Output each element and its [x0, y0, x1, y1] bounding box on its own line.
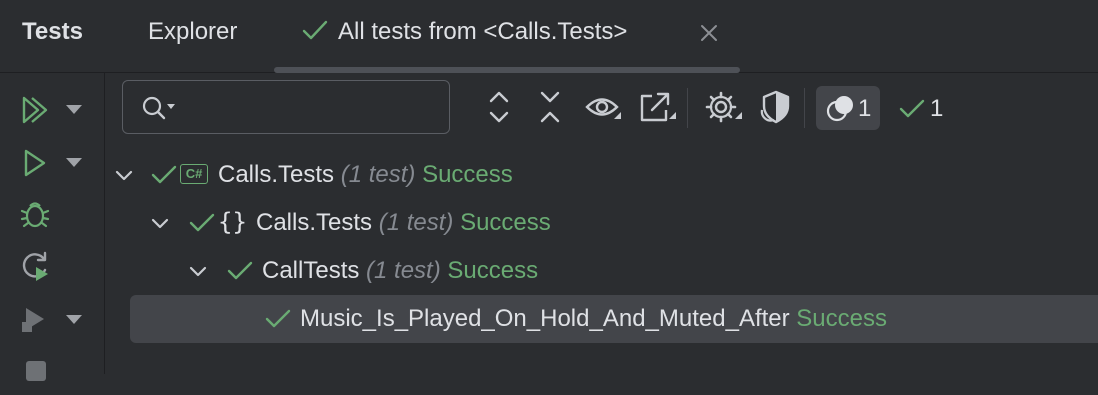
csharp-project-icon: C#	[180, 164, 208, 184]
chevron-down-icon[interactable]	[188, 261, 208, 281]
export-button[interactable]	[638, 88, 678, 126]
node-name: Calls.Tests	[256, 209, 373, 236]
node-status: Success	[796, 305, 887, 332]
coverage-icon	[760, 90, 790, 124]
coverage-button[interactable]	[756, 88, 796, 126]
debug-icon	[20, 202, 50, 228]
run-button[interactable]	[18, 143, 88, 183]
tree-row-namespace[interactable]: {} Calls.Tests (1 test) Success	[106, 199, 1098, 247]
stop-icon	[26, 361, 46, 381]
tool-window-title: Tests	[22, 18, 83, 45]
search-field[interactable]	[122, 80, 450, 134]
tab-explorer[interactable]: Explorer	[148, 18, 237, 46]
node-status: Success	[422, 161, 513, 188]
check-icon	[899, 99, 925, 118]
export-icon	[640, 92, 676, 122]
rerun-button[interactable]	[18, 247, 88, 287]
chevron-down-icon[interactable]	[114, 165, 134, 185]
expand-all-icon	[489, 91, 509, 123]
stop-button[interactable]	[18, 355, 88, 395]
close-icon[interactable]	[698, 22, 720, 44]
tree-row-test[interactable]: Music_Is_Played_On_Hold_And_Muted_After …	[130, 295, 1098, 343]
node-name: Music_Is_Played_On_Hold_And_Muted_After	[300, 305, 790, 332]
eye-icon	[585, 98, 621, 119]
ignored-tests-filter[interactable]: 1	[816, 86, 880, 130]
search-input[interactable]	[183, 91, 437, 125]
passed-count: 1	[930, 95, 944, 122]
gear-icon	[705, 91, 742, 123]
run-icon	[24, 149, 46, 177]
profiler-icon	[22, 308, 44, 332]
show-options-button[interactable]	[584, 88, 624, 126]
namespace-icon: {}	[218, 208, 247, 236]
dropdown-arrow-icon	[66, 105, 82, 114]
dropdown-arrow-icon	[66, 315, 82, 324]
node-test-count: (1 test)	[340, 161, 416, 188]
tree-row-class[interactable]: CallTests (1 test) Success	[106, 247, 1098, 295]
node-test-count: (1 test)	[378, 209, 454, 236]
left-toolbar	[0, 73, 105, 381]
ignored-count: 1	[858, 95, 872, 122]
expand-all-button[interactable]	[481, 88, 517, 126]
collapse-all-icon	[540, 91, 560, 123]
check-icon	[151, 165, 177, 184]
node-name: Calls.Tests	[218, 161, 335, 188]
node-test-count: (1 test)	[366, 257, 441, 284]
tab-label: All tests from <Calls.Tests>	[338, 18, 628, 45]
check-icon	[302, 20, 328, 40]
tree-row-project[interactable]: C# Calls.Tests (1 test) Success	[106, 151, 1098, 199]
node-name: CallTests	[262, 257, 360, 284]
debug-button[interactable]	[18, 195, 88, 235]
tool-window-header: Tests Explorer All tests from <Calls.Tes…	[0, 0, 1098, 73]
search-icon	[142, 96, 175, 120]
run-all-icon	[22, 96, 48, 124]
node-status: Success	[460, 209, 551, 236]
run-all-button[interactable]	[18, 90, 88, 130]
ignored-icon	[826, 96, 853, 122]
run-with-profiler-button[interactable]	[18, 300, 88, 340]
rerun-icon	[22, 251, 48, 281]
collapse-all-button[interactable]	[532, 88, 568, 126]
passed-tests-filter[interactable]: 1	[898, 86, 958, 130]
dropdown-arrow-icon	[66, 158, 82, 167]
chevron-down-icon[interactable]	[150, 213, 170, 233]
active-tab-indicator	[274, 67, 740, 73]
toolbar-separator	[687, 88, 688, 128]
toolbar-separator	[804, 88, 805, 128]
check-icon	[189, 213, 215, 232]
check-icon	[227, 261, 253, 280]
check-icon	[265, 309, 291, 328]
settings-button[interactable]	[703, 88, 743, 126]
node-status: Success	[447, 257, 539, 284]
